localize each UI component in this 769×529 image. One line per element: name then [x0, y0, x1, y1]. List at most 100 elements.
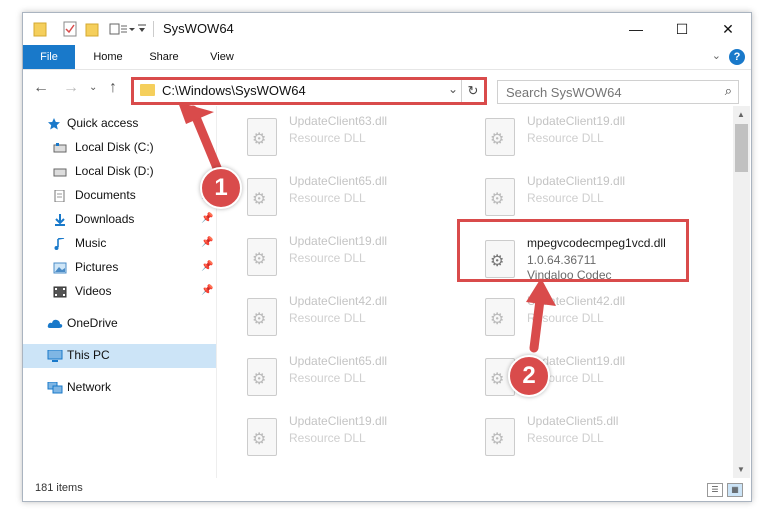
nav-network[interactable]: Network — [23, 376, 216, 400]
ribbon-collapse-icon[interactable]: ⌄ — [712, 49, 721, 62]
nav-onedrive[interactable]: OneDrive — [23, 312, 216, 336]
quick-access-dropdown-icon[interactable] — [137, 23, 147, 39]
file-description: Resource DLL — [289, 431, 366, 445]
address-dropdown-icon[interactable]: ⌄ — [448, 82, 458, 96]
file-description: Resource DLL — [527, 131, 604, 145]
minimize-button[interactable]: — — [613, 13, 659, 45]
nav-label: Videos — [75, 284, 112, 298]
search-input[interactable] — [504, 84, 708, 101]
up-arrow-icon[interactable]: ↑ — [109, 79, 117, 97]
gear-icon: ⚙ — [252, 191, 267, 208]
file-name: UpdateClient63.dll — [289, 114, 388, 128]
status-bar: 181 items ☰ ▦ — [23, 478, 751, 501]
nav-pictures[interactable]: Pictures 📌 — [23, 256, 216, 280]
step1-badge: 1 — [200, 167, 242, 209]
nav-local-disk-c[interactable]: Local Disk (C:) — [23, 136, 216, 160]
file-tile[interactable]: ⚙ UpdateClient5.dll Resource DLL — [455, 412, 675, 460]
tab-file[interactable]: File — [23, 45, 75, 69]
nav-quick-access[interactable]: Quick access — [23, 112, 216, 136]
file-highlight-box — [457, 219, 689, 282]
file-tile[interactable]: ⚙ UpdateClient65.dll Resource DLL — [217, 352, 437, 400]
file-tile[interactable]: ⚙ UpdateClient19.dll Resource DLL — [455, 352, 675, 400]
gear-icon: ⚙ — [490, 371, 505, 388]
scroll-down-icon[interactable]: ▼ — [737, 465, 745, 474]
file-description: Resource DLL — [527, 431, 604, 445]
ribbon-tabs: File Home Share View ⌄ ? — [23, 45, 751, 69]
dll-file-icon: ⚙ — [247, 358, 277, 396]
dll-file-icon: ⚙ — [485, 418, 515, 456]
music-icon — [53, 237, 67, 250]
search-box[interactable]: ⌕ — [497, 80, 739, 104]
window-title: SysWOW64 — [163, 21, 234, 36]
close-button[interactable]: ✕ — [705, 13, 751, 45]
file-tile[interactable]: ⚙ UpdateClient42.dll Resource DLL — [217, 292, 437, 340]
scroll-up-icon[interactable]: ▲ — [737, 110, 745, 119]
customize-toolbar-icon[interactable] — [109, 21, 135, 37]
nav-this-pc[interactable]: This PC — [23, 344, 216, 368]
file-tile[interactable]: ⚙ UpdateClient19.dll Resource DLL — [217, 412, 437, 460]
network-icon — [47, 381, 63, 394]
forward-arrow-icon[interactable]: → — [63, 79, 79, 97]
file-name: UpdateClient19.dll — [289, 234, 388, 248]
file-tile[interactable]: ⚙ UpdateClient19.dll Resource DLL — [455, 112, 675, 160]
nav-label: OneDrive — [67, 316, 118, 330]
file-name: UpdateClient19.dll — [289, 414, 388, 428]
file-name: UpdateClient65.dll — [289, 174, 388, 188]
file-name: UpdateClient19.dll — [527, 174, 626, 188]
address-path[interactable]: C:\Windows\SysWOW64 — [162, 83, 306, 98]
file-description: Resource DLL — [289, 251, 366, 265]
nav-downloads[interactable]: Downloads 📌 — [23, 208, 216, 232]
title-divider — [153, 21, 154, 37]
help-icon[interactable]: ? — [729, 49, 745, 65]
gear-icon: ⚙ — [252, 251, 267, 268]
tab-view[interactable]: View — [197, 45, 247, 69]
pin-icon: 📌 — [201, 237, 214, 248]
file-name: UpdateClient65.dll — [289, 354, 388, 368]
nav-label: Documents — [75, 188, 136, 202]
computer-icon — [47, 349, 63, 362]
dll-file-icon: ⚙ — [247, 178, 277, 216]
tiles-view-icon[interactable]: ▦ — [727, 483, 743, 497]
nav-documents[interactable]: Documents 📌 — [23, 184, 216, 208]
gear-icon: ⚙ — [490, 191, 505, 208]
nav-videos[interactable]: Videos 📌 — [23, 280, 216, 304]
refresh-icon[interactable]: ↻ — [461, 80, 484, 102]
nav-local-disk-d[interactable]: Local Disk (D:) — [23, 160, 216, 184]
nav-label: Quick access — [67, 116, 139, 130]
gear-icon: ⚙ — [490, 131, 505, 148]
gear-icon: ⚙ — [252, 431, 267, 448]
dll-file-icon: ⚙ — [485, 298, 515, 336]
dll-file-icon: ⚙ — [247, 418, 277, 456]
file-name: UpdateClient42.dll — [289, 294, 388, 308]
file-description: Resource DLL — [289, 371, 366, 385]
file-tile[interactable]: ⚙ UpdateClient42.dll Resource DLL — [455, 292, 675, 340]
address-row: ← → ⌄ ↑ C:\Windows\SysWOW64 ⌄ ↻ ⌕ — [23, 69, 751, 106]
address-bar[interactable]: C:\Windows\SysWOW64 ⌄ ↻ — [131, 77, 487, 105]
file-tile[interactable]: ⚙ UpdateClient65.dll Resource DLL — [217, 172, 437, 220]
file-tile[interactable]: ⚙ UpdateClient19.dll Resource DLL — [217, 232, 437, 280]
cloud-icon — [47, 318, 63, 330]
gear-icon: ⚙ — [490, 311, 505, 328]
recent-locations-icon[interactable]: ⌄ — [89, 82, 97, 93]
step2-badge: 2 — [508, 355, 550, 397]
file-tile[interactable]: ⚙ UpdateClient19.dll Resource DLL — [455, 172, 675, 220]
file-description: Resource DLL — [289, 311, 366, 325]
maximize-button[interactable]: ☐ — [659, 13, 705, 45]
tab-home[interactable]: Home — [83, 45, 133, 69]
new-folder-icon[interactable] — [85, 21, 99, 37]
nav-music[interactable]: Music 📌 — [23, 232, 216, 256]
dll-file-icon: ⚙ — [247, 298, 277, 336]
nav-label: Network — [67, 380, 112, 394]
scroll-thumb[interactable] — [735, 124, 748, 172]
nav-label: Downloads — [75, 212, 135, 226]
dll-file-icon: ⚙ — [247, 238, 277, 276]
details-view-icon[interactable]: ☰ — [707, 483, 723, 497]
properties-icon[interactable] — [63, 21, 77, 37]
back-arrow-icon[interactable]: ← — [33, 79, 49, 97]
file-tile[interactable]: ⚙ UpdateClient63.dll Resource DLL — [217, 112, 437, 160]
search-icon[interactable]: ⌕ — [725, 83, 732, 99]
vertical-scrollbar[interactable]: ▲ ▼ — [733, 106, 750, 478]
tab-share[interactable]: Share — [139, 45, 189, 69]
nav-label: Pictures — [75, 260, 119, 274]
item-count: 181 items — [35, 482, 83, 494]
